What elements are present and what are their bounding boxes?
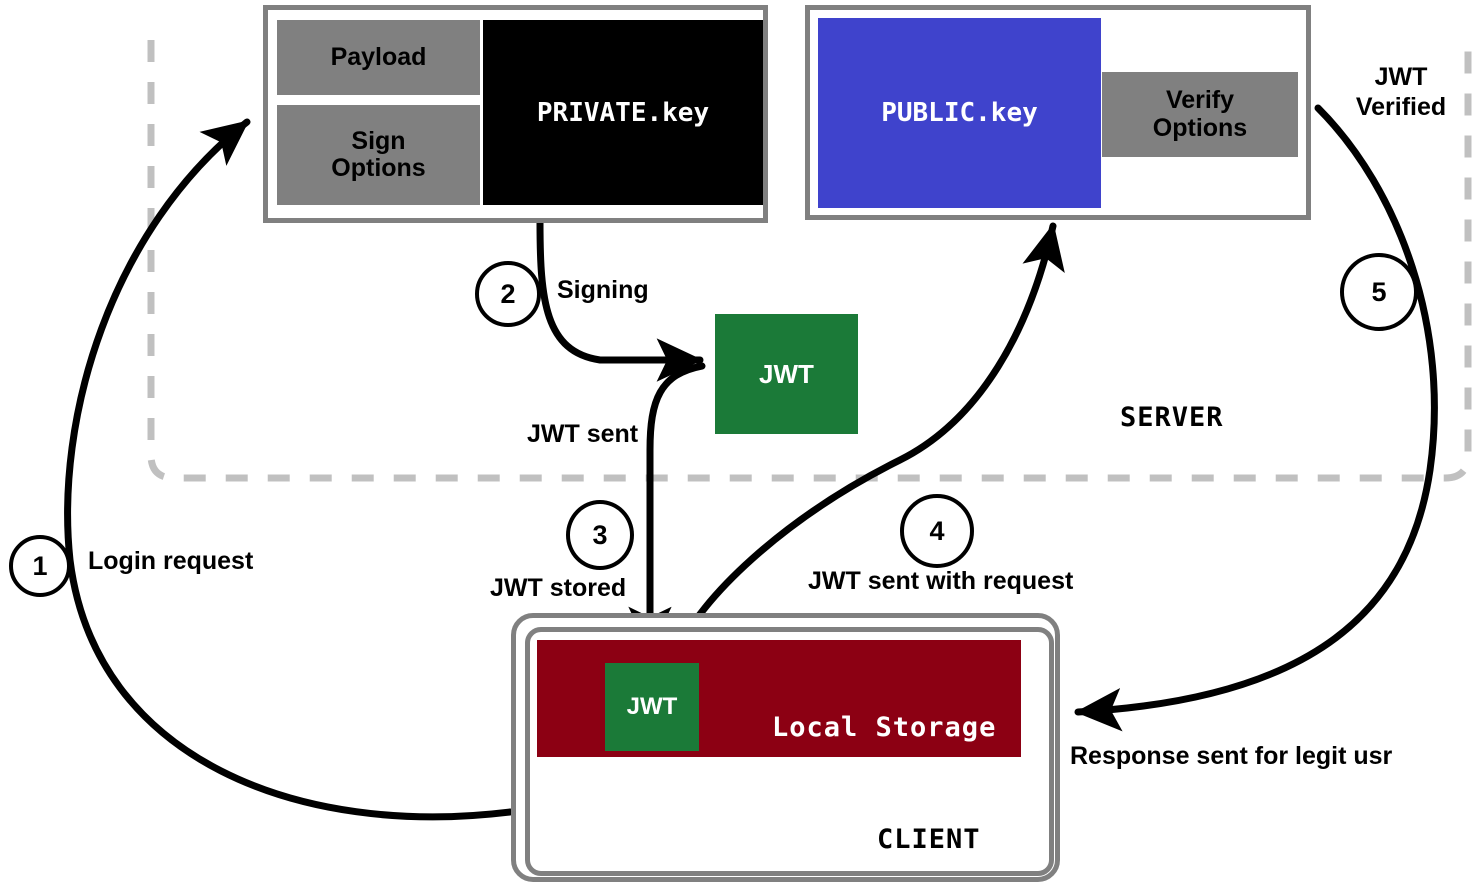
annotation-jwt-sent-with-request: JWT sent with request: [808, 567, 1074, 595]
step-circle-1: 1: [9, 535, 71, 597]
annotation-jwt-verified-line1: JWT: [1374, 63, 1428, 91]
diagram-canvas: Payload Sign Options PRIVATE.key PUBLIC.…: [0, 0, 1480, 896]
annotation-jwt-verified-line2: Verified: [1355, 93, 1447, 121]
step-5-number: 5: [1371, 276, 1387, 307]
step-circle-5: 5: [1340, 253, 1418, 331]
annotation-response-sent: Response sent for legit usr: [1070, 742, 1393, 770]
step-4-number: 4: [929, 515, 945, 546]
arrow-login-request: [64, 118, 514, 821]
step-3-number: 3: [592, 519, 608, 550]
step-circle-3: 3: [566, 500, 634, 570]
sign-options-label-line2: Options: [331, 154, 426, 182]
signing-panel: Payload Sign Options PRIVATE.key: [263, 5, 768, 223]
private-key-block: PRIVATE.key: [483, 20, 763, 205]
annotation-login-request: Login request: [88, 547, 254, 575]
client-jwt-token: JWT: [605, 663, 699, 751]
verification-panel: PUBLIC.key Verify Options: [805, 5, 1311, 220]
verify-options-label-line2: Options: [1152, 113, 1248, 142]
step-1-number: 1: [32, 550, 48, 581]
client-jwt-label: JWT: [626, 693, 678, 720]
local-storage-box: JWT Local Storage: [537, 640, 1021, 757]
annotation-signing: Signing: [557, 276, 649, 304]
client-container: JWT Local Storage CLIENT: [511, 613, 1060, 882]
payload-chip: Payload: [277, 20, 480, 95]
verify-options-label-line1: Verify: [1165, 86, 1235, 114]
private-key-label: PRIVATE.key: [536, 97, 710, 128]
server-jwt-label: JWT: [759, 358, 814, 389]
server-jwt-token: JWT: [715, 314, 858, 434]
step-2-number: 2: [500, 278, 516, 309]
annotation-jwt-verified: JWT Verified: [1327, 62, 1475, 122]
local-storage-label: Local Storage: [772, 712, 997, 743]
verify-options-chip: Verify Options: [1102, 72, 1298, 157]
annotation-jwt-sent: JWT sent: [527, 420, 639, 448]
server-zone-label: SERVER: [1120, 402, 1224, 433]
public-key-label: PUBLIC.key: [881, 98, 1038, 128]
sign-options-label-line1: Sign: [351, 126, 406, 155]
step-circle-2: 2: [475, 261, 541, 327]
step-circle-4: 4: [900, 494, 974, 568]
payload-label: Payload: [330, 42, 427, 71]
client-inner-frame: JWT Local Storage CLIENT: [525, 627, 1054, 876]
arrow-jwt-stored: [628, 362, 706, 654]
client-zone-label: CLIENT: [877, 824, 981, 855]
sign-options-chip: Sign Options: [277, 105, 480, 205]
public-key-block: PUBLIC.key: [818, 18, 1101, 208]
annotation-jwt-stored: JWT stored: [490, 574, 627, 602]
